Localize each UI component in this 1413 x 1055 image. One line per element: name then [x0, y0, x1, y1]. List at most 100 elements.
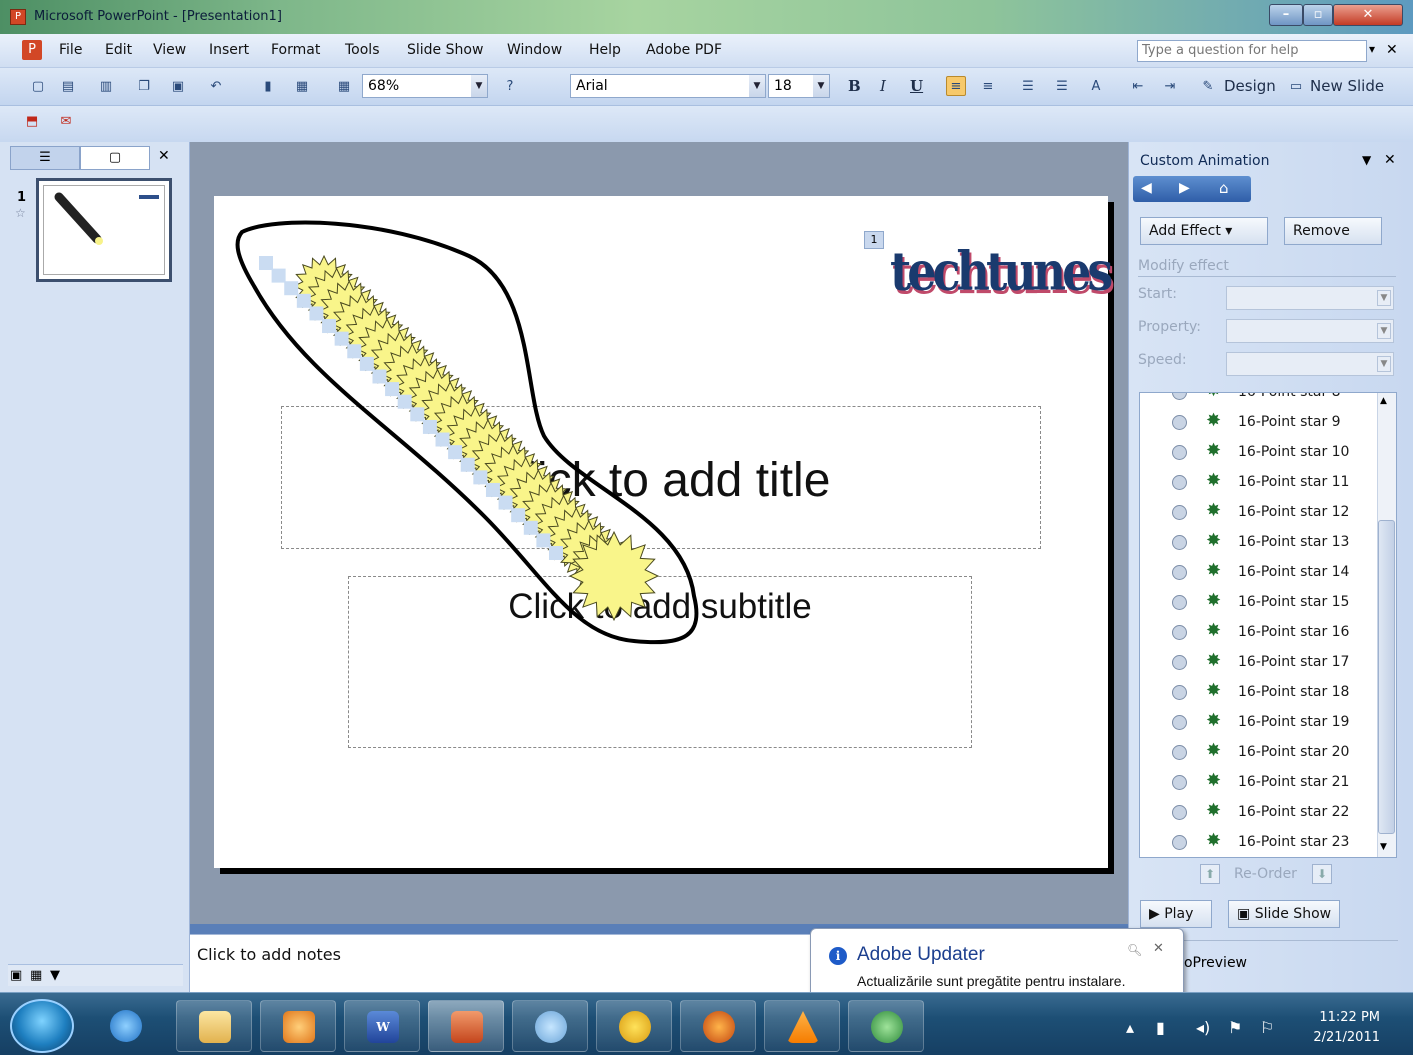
slide-show-button[interactable]: ▣ Slide Show [1228, 900, 1340, 928]
menu-view[interactable]: View [153, 42, 186, 58]
system-clock[interactable]: 11:22 PM 2/21/2011 [1300, 1008, 1380, 1048]
network-icon[interactable]: ▮ [1156, 1018, 1165, 1037]
powerpoint-app-icon[interactable]: P [10, 9, 26, 25]
increase-indent-icon[interactable]: ⇥ [1160, 77, 1180, 97]
taskbar-media-player[interactable] [260, 1000, 336, 1052]
paste-icon[interactable]: ▣ [168, 77, 188, 97]
adobe-updater-balloon[interactable]: i Adobe Updater Actualizările sunt pregă… [810, 928, 1184, 1002]
property-select[interactable]: ▼ [1226, 319, 1394, 343]
property-dropdown-arrow[interactable]: ▼ [1377, 323, 1391, 339]
animation-list-item[interactable]: ✸ 16-Point star 14 [1140, 558, 1375, 588]
maximize-button[interactable]: ▫ [1303, 4, 1333, 26]
help-icon[interactable]: ? [500, 77, 520, 97]
speed-select[interactable]: ▼ [1226, 352, 1394, 376]
tab-outline[interactable]: ☰ [10, 146, 80, 170]
taskbar-word[interactable]: W [344, 1000, 420, 1052]
increase-font-icon[interactable]: A [1086, 77, 1106, 97]
menu-slide-show[interactable]: Slide Show [407, 42, 483, 58]
align-left-icon[interactable]: ≡ [946, 76, 966, 96]
close-pane-button[interactable]: ✕ [158, 148, 170, 164]
zoom-dropdown-arrow[interactable]: ▼ [471, 75, 487, 97]
menu-tools[interactable]: Tools [345, 42, 380, 58]
tab-slides[interactable]: ▢ [80, 146, 150, 170]
forward-icon[interactable]: ▶ [1179, 180, 1190, 196]
help-dropdown-arrow[interactable]: ▾ [1369, 42, 1375, 56]
scroll-up-arrow[interactable]: ▲ [1380, 396, 1387, 406]
font-combo[interactable]: Arial ▼ [570, 74, 766, 98]
home-icon[interactable]: ⌂ [1219, 179, 1229, 197]
pdf-email-icon[interactable]: ✉ [56, 112, 76, 132]
menu-edit[interactable]: Edit [105, 42, 132, 58]
animation-list-item[interactable]: ✸ 16-Point star 10 [1140, 438, 1375, 468]
slideshow-view-icon[interactable]: ▼ [50, 968, 60, 983]
help-search-input[interactable]: Type a question for help [1137, 40, 1367, 62]
italic-button[interactable]: I [880, 77, 886, 95]
reorder-up-icon[interactable]: ⬆ [1200, 864, 1220, 884]
close-document-button[interactable]: ✕ [1386, 42, 1398, 58]
play-button[interactable]: ▶ Play [1140, 900, 1212, 928]
minimize-button[interactable]: – [1269, 4, 1303, 26]
print-icon[interactable]: ▥ [96, 77, 116, 97]
task-pane-close-button[interactable]: ✕ [1384, 152, 1396, 168]
taskbar-paint[interactable] [512, 1000, 588, 1052]
font-size-combo[interactable]: 18 ▼ [768, 74, 830, 98]
menu-adobe-pdf[interactable]: Adobe PDF [646, 42, 722, 58]
convert-to-pdf-icon[interactable]: ⬒ [22, 112, 42, 132]
insert-table-icon[interactable]: ▦ [292, 77, 312, 97]
slide-thumbnail[interactable] [36, 178, 172, 282]
font-size-dropdown-arrow[interactable]: ▼ [813, 75, 829, 97]
slide-canvas[interactable]: Click to add title Click to add subtitle… [214, 196, 1113, 868]
align-center-icon[interactable]: ≡ [978, 77, 998, 97]
animation-list-item[interactable]: ✸ 16-Point star 15 [1140, 588, 1375, 618]
sorter-view-icon[interactable]: ▦ [30, 968, 42, 983]
animation-list-item[interactable]: ✸ 16-Point star 13 [1140, 528, 1375, 558]
volume-icon[interactable]: ◂) [1196, 1018, 1210, 1037]
taskbar-vlc[interactable] [764, 1000, 840, 1052]
animation-list-item[interactable]: ✸ 16-Point star 8 [1140, 393, 1375, 408]
normal-view-icon[interactable]: ▣ [10, 968, 22, 983]
numbering-icon[interactable]: ☰ [1018, 77, 1038, 97]
menu-file[interactable]: File [59, 42, 82, 58]
start-select[interactable]: ▼ [1226, 286, 1394, 310]
menu-format[interactable]: Format [271, 42, 320, 58]
font-dropdown-arrow[interactable]: ▼ [749, 75, 765, 97]
scrollbar-thumb[interactable] [1378, 520, 1395, 834]
animation-list-item[interactable]: ✸ 16-Point star 12 [1140, 498, 1375, 528]
design-button[interactable]: Design [1224, 77, 1276, 95]
taskbar-globe-app[interactable] [848, 1000, 924, 1052]
document-menu-icon[interactable]: P [22, 40, 42, 60]
speed-dropdown-arrow[interactable]: ▼ [1377, 356, 1391, 372]
reorder-down-icon[interactable]: ⬇ [1312, 864, 1332, 884]
new-icon[interactable]: ▢ [28, 77, 48, 97]
new-slide-button[interactable]: New Slide [1310, 77, 1384, 95]
animation-list[interactable]: ✸ 16-Point star 8 ✸ 16-Point star 9 ✸ 16-Poin… [1139, 392, 1397, 858]
grid-icon[interactable]: ▦ [334, 77, 354, 97]
action-center-icon[interactable]: ⚑ [1228, 1018, 1242, 1037]
animation-list-item[interactable]: ✸ 16-Point star 16 [1140, 618, 1375, 648]
menu-insert[interactable]: Insert [209, 42, 249, 58]
star-animation-group[interactable] [214, 196, 1108, 868]
taskbar-powerpoint[interactable] [428, 1000, 504, 1052]
zoom-combo[interactable]: 68% ▼ [362, 74, 488, 98]
taskbar-yahoo-messenger[interactable] [596, 1000, 672, 1052]
back-icon[interactable]: ◀ [1141, 180, 1152, 196]
open-icon[interactable]: ▤ [58, 77, 78, 97]
copy-icon[interactable]: ❐ [134, 77, 154, 97]
taskbar-internet-explorer[interactable] [92, 1000, 162, 1052]
add-effect-button[interactable]: Add Effect ▾ [1140, 217, 1268, 245]
menu-help[interactable]: Help [589, 42, 621, 58]
start-dropdown-arrow[interactable]: ▼ [1377, 290, 1391, 306]
animation-list-item[interactable]: ✸ 16-Point star 18 [1140, 678, 1375, 708]
menu-window[interactable]: Window [507, 42, 562, 58]
animation-list-item[interactable]: ✸ 16-Point star 21 [1140, 768, 1375, 798]
balloon-options-icon[interactable]: 🔍︎ [1127, 943, 1142, 957]
flag-icon[interactable]: ⚐ [1260, 1018, 1274, 1037]
balloon-close-button[interactable]: ✕ [1153, 941, 1164, 956]
remove-button[interactable]: Remove [1284, 217, 1382, 245]
animation-list-item[interactable]: ✸ 16-Point star 23 [1140, 828, 1375, 857]
animation-list-item[interactable]: ✸ 16-Point star 22 [1140, 798, 1375, 828]
close-button[interactable]: ✕ [1333, 4, 1403, 26]
animation-list-item[interactable]: ✸ 16-Point star 19 [1140, 708, 1375, 738]
undo-icon[interactable]: ↶ [206, 77, 226, 97]
taskbar-explorer[interactable] [176, 1000, 252, 1052]
